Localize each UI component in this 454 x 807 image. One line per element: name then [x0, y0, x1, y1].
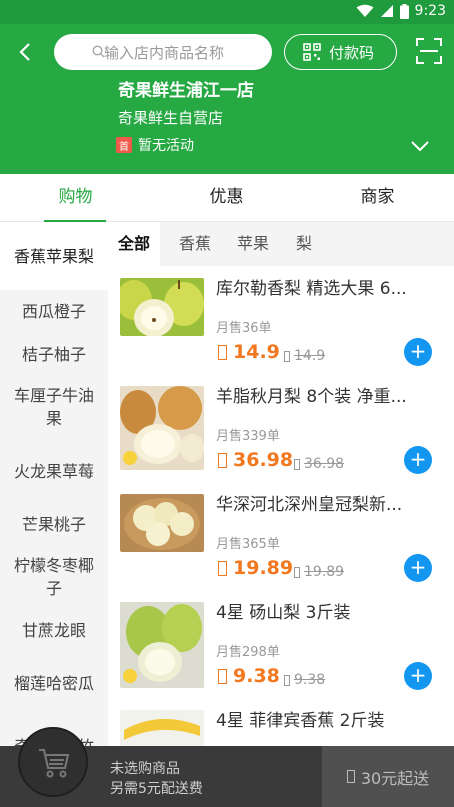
qr-code-icon	[303, 43, 321, 61]
product-image[interactable]	[120, 602, 204, 688]
product-item[interactable]: 华深河北深州皇冠梨新... 月售365单 19.89 19.89 +	[108, 482, 454, 590]
tab-discounts[interactable]: 优惠	[151, 174, 302, 222]
tab-label: 购物	[58, 187, 93, 207]
category-sidebar: 香蕉苹果梨 西瓜橙子 桔子柚子 车厘子牛油果 火龙果草莓 芒果桃子 柠檬冬枣椰子…	[0, 222, 108, 746]
product-original-price: 36.98	[294, 456, 344, 472]
product-original-price: 9.38	[284, 672, 325, 688]
shopping-cart-icon	[39, 749, 70, 778]
currency-icon	[294, 458, 300, 470]
store-subtitle: 奇果鲜生自营店	[118, 109, 224, 127]
cart-status-text: 未选购商品	[110, 761, 180, 777]
category-item[interactable]: 车厘子牛油果	[0, 376, 108, 438]
subtab-banana[interactable]: 香蕉	[179, 222, 211, 266]
product-name: 4星 菲律宾香蕉 2斤装	[216, 711, 385, 731]
currency-icon	[284, 350, 290, 362]
main-tabs: 购物 优惠 商家	[0, 174, 454, 222]
scan-icon[interactable]	[416, 38, 442, 64]
product-sold-count: 月售339单	[216, 429, 280, 444]
product-image[interactable]	[120, 494, 204, 552]
battery-icon	[399, 3, 409, 19]
back-arrow-icon[interactable]	[14, 40, 38, 64]
product-item[interactable]: 羊脂秋月梨 8个装 净重... 月售339单 36.98 36.98 +	[108, 374, 454, 482]
promo-row: 首 暂无活动	[116, 135, 194, 155]
currency-icon	[218, 452, 227, 468]
subtab-apple[interactable]: 苹果	[237, 222, 269, 266]
add-to-cart-button[interactable]: +	[404, 662, 432, 690]
product-price: 36.98	[218, 449, 293, 471]
category-item[interactable]: 西瓜橙子	[0, 290, 108, 333]
product-name: 库尔勒香梨 精选大果 6...	[216, 279, 407, 299]
currency-icon	[218, 344, 227, 360]
product-price: 14.9	[218, 341, 280, 363]
search-icon	[92, 45, 105, 58]
category-item[interactable]: 榴莲哈密瓜	[0, 650, 108, 716]
product-list: 库尔勒香梨 精选大果 6... 月售36单 14.9 14.9 + 羊脂秋月梨 …	[108, 266, 454, 746]
status-time: 9:23	[414, 3, 446, 19]
store-name: 奇果鲜生浦江一店	[118, 81, 254, 101]
subtab-all[interactable]: 全部	[108, 222, 161, 266]
currency-icon	[284, 674, 290, 686]
product-item[interactable]: 4星 菲律宾香蕉 2斤装	[108, 698, 454, 746]
product-sold-count: 月售36单	[216, 321, 272, 336]
product-price: 9.38	[218, 665, 280, 687]
cart-button[interactable]	[18, 727, 88, 797]
currency-icon	[346, 770, 355, 783]
wifi-icon	[356, 4, 374, 17]
product-image[interactable]	[120, 710, 204, 746]
currency-icon	[218, 668, 227, 684]
sub-filter-tabs: 全部 香蕉 苹果 梨	[108, 222, 454, 266]
search-placeholder: 输入店内商品名称	[104, 43, 225, 62]
product-price: 19.89	[218, 557, 293, 579]
category-item[interactable]: 香蕉苹果梨	[0, 222, 108, 290]
store-header: 输入店内商品名称 付款码 奇果鲜生浦江一店 奇果鲜生自营店 首 暂无活动	[0, 24, 454, 174]
signal-icon	[380, 5, 393, 17]
pay-code-button[interactable]: 付款码	[284, 34, 397, 70]
subtab-pear[interactable]: 梨	[296, 222, 312, 266]
promo-text: 暂无活动	[138, 138, 194, 154]
add-to-cart-button[interactable]: +	[404, 446, 432, 474]
tab-shopping[interactable]: 购物	[0, 174, 151, 222]
category-item[interactable]: 火龙果草莓	[0, 438, 108, 504]
product-original-price: 14.9	[284, 348, 325, 364]
add-to-cart-button[interactable]: +	[404, 338, 432, 366]
product-name: 羊脂秋月梨 8个装 净重...	[216, 387, 407, 407]
pay-code-label: 付款码	[329, 43, 375, 62]
promo-badge: 首	[116, 137, 132, 153]
product-name: 华深河北深州皇冠梨新...	[216, 495, 403, 515]
category-item[interactable]: 甘蔗龙眼	[0, 610, 108, 650]
tab-label: 优惠	[209, 187, 244, 207]
minimum-order-button[interactable]: 30元起送	[322, 746, 454, 807]
add-to-cart-button[interactable]: +	[404, 554, 432, 582]
category-item[interactable]: 桔子柚子	[0, 333, 108, 376]
product-sold-count: 月售365单	[216, 537, 280, 552]
tab-label: 商家	[360, 187, 395, 207]
tab-merchant[interactable]: 商家	[302, 174, 453, 222]
product-item[interactable]: 库尔勒香梨 精选大果 6... 月售36单 14.9 14.9 +	[108, 266, 454, 374]
currency-icon	[294, 566, 300, 578]
product-image[interactable]	[120, 386, 204, 470]
currency-icon	[218, 560, 227, 576]
search-input[interactable]: 输入店内商品名称	[54, 34, 272, 70]
chevron-down-icon[interactable]	[410, 140, 430, 152]
product-original-price: 19.89	[294, 564, 344, 580]
category-item[interactable]: 柠檬冬枣椰子	[0, 544, 108, 610]
product-sold-count: 月售298单	[216, 645, 280, 660]
delivery-fee-text: 另需5元配送费	[110, 781, 203, 797]
category-item[interactable]: 芒果桃子	[0, 504, 108, 544]
product-image[interactable]	[120, 278, 204, 336]
status-bar: 9:23	[0, 0, 454, 24]
product-name: 4星 砀山梨 3斤装	[216, 603, 351, 623]
product-item[interactable]: 4星 砀山梨 3斤装 月售298单 9.38 9.38 +	[108, 590, 454, 698]
